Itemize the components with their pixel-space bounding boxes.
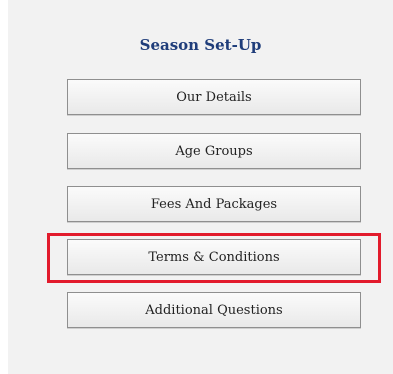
season-setup-panel: Season Set-Up Our Details Age Groups Fee…: [8, 0, 393, 374]
additional-questions-button[interactable]: Additional Questions: [67, 292, 361, 328]
fees-and-packages-button[interactable]: Fees And Packages: [67, 186, 361, 222]
our-details-button[interactable]: Our Details: [67, 79, 361, 115]
section-title: Season Set-Up: [139, 36, 262, 54]
age-groups-button[interactable]: Age Groups: [67, 133, 361, 169]
terms-and-conditions-button[interactable]: Terms & Conditions: [67, 239, 361, 275]
